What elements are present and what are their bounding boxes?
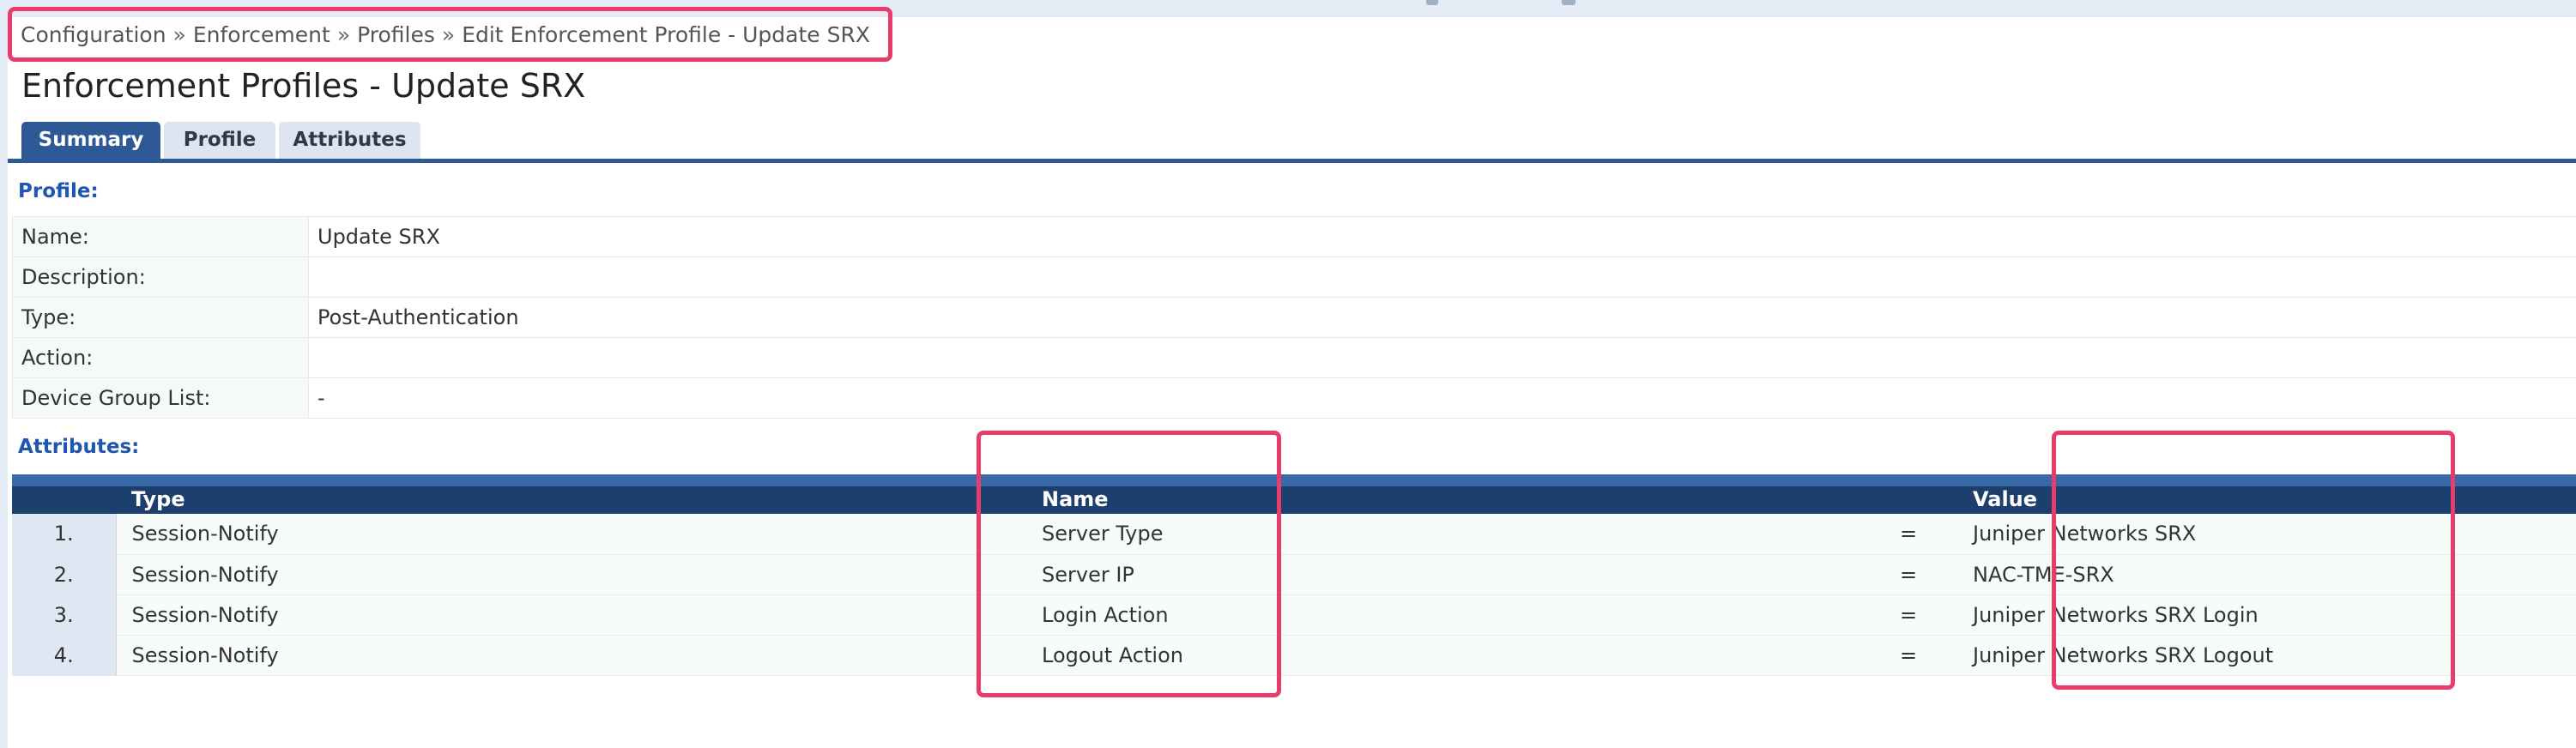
attribute-name: Logout Action	[1042, 642, 1183, 667]
attribute-value: Juniper Networks SRX Logout	[1957, 635, 2576, 676]
page-title: Enforcement Profiles - Update SRX	[21, 67, 586, 105]
profile-label: Device Group List:	[12, 377, 309, 419]
column-header-number	[12, 474, 116, 514]
column-header-type: Type	[116, 474, 1026, 514]
attributes-section-heading: Attributes:	[18, 436, 140, 458]
breadcrumb-enforcement[interactable]: Enforcement	[193, 22, 330, 47]
header-fragment	[1562, 0, 1575, 5]
breadcrumb-profiles[interactable]: Profiles	[357, 22, 435, 47]
profile-label: Type:	[12, 297, 309, 338]
attribute-name-cell: Logout Action =	[1026, 635, 1957, 676]
profile-label: Action:	[12, 337, 309, 378]
equals-operator: =	[1900, 602, 1918, 627]
left-rail	[0, 0, 8, 748]
attribute-type: Session-Notify	[116, 635, 1026, 676]
row-number: 4.	[12, 635, 117, 676]
profile-row-type: Type: Post-Authentication	[12, 297, 2576, 338]
breadcrumb-separator: »	[336, 22, 351, 47]
attribute-row: 1. Session-Notify Server Type = Juniper N…	[12, 514, 2576, 555]
equals-operator: =	[1900, 562, 1918, 587]
row-number: 3.	[12, 594, 117, 636]
attributes-header-row: Type Name Value	[12, 474, 2576, 514]
profile-row-device-group-list: Device Group List: -	[12, 377, 2576, 419]
attribute-name: Login Action	[1042, 602, 1169, 627]
attribute-value: NAC-TME-SRX	[1957, 554, 2576, 595]
attribute-row: 3. Session-Notify Login Action = Juniper …	[12, 594, 2576, 636]
profile-label: Description:	[12, 256, 309, 298]
tab-summary[interactable]: Summary	[21, 122, 160, 159]
attribute-type: Session-Notify	[116, 554, 1026, 595]
attribute-name: Server IP	[1042, 562, 1134, 587]
breadcrumb-separator: »	[172, 22, 186, 47]
column-header-value: Value	[1957, 474, 2576, 514]
row-number: 2.	[12, 554, 117, 595]
attribute-value: Juniper Networks SRX	[1957, 514, 2576, 555]
attribute-type: Session-Notify	[116, 514, 1026, 555]
attribute-type: Session-Notify	[116, 594, 1026, 636]
attribute-name-cell: Server IP =	[1026, 554, 1957, 595]
profile-row-description: Description:	[12, 256, 2576, 298]
profile-summary-table: Name: Update SRX Description: Type: Post…	[12, 216, 2576, 419]
profile-value	[308, 337, 2576, 378]
equals-operator: =	[1900, 522, 1918, 546]
attribute-name: Server Type	[1042, 522, 1164, 546]
attribute-name-cell: Server Type =	[1026, 514, 1957, 555]
tab-profile[interactable]: Profile	[164, 122, 275, 159]
attributes-table: Type Name Value 1. Session-Notify Server…	[12, 474, 2576, 676]
attribute-value: Juniper Networks SRX Login	[1957, 594, 2576, 636]
profile-row-name: Name: Update SRX	[12, 216, 2576, 257]
page: Configuration» Enforcement» Profiles» Edit …	[0, 0, 2576, 748]
profile-value: -	[308, 377, 2576, 419]
attribute-row: 4. Session-Notify Logout Action = Juniper…	[12, 635, 2576, 676]
row-number: 1.	[12, 514, 117, 555]
tab-attributes[interactable]: Attributes	[279, 122, 420, 159]
profile-value	[308, 256, 2576, 298]
attribute-row: 2. Session-Notify Server IP = NAC-TME-SRX	[12, 554, 2576, 595]
breadcrumb: Configuration» Enforcement» Profiles» Edit …	[21, 22, 870, 47]
equals-operator: =	[1900, 642, 1918, 667]
tab-underline	[8, 159, 2576, 163]
profile-row-action: Action:	[12, 337, 2576, 378]
attribute-name-cell: Login Action =	[1026, 594, 1957, 636]
profile-value: Update SRX	[308, 216, 2576, 257]
breadcrumb-current: Edit Enforcement Profile - Update SRX	[462, 22, 870, 47]
profile-section-heading: Profile:	[18, 180, 99, 202]
header-fragment	[1426, 0, 1438, 5]
breadcrumb-configuration[interactable]: Configuration	[21, 22, 166, 47]
column-header-name: Name	[1026, 474, 1957, 514]
breadcrumb-separator: »	[441, 22, 456, 47]
top-header-strip	[0, 0, 2576, 17]
profile-label: Name:	[12, 216, 309, 257]
profile-value: Post-Authentication	[308, 297, 2576, 338]
